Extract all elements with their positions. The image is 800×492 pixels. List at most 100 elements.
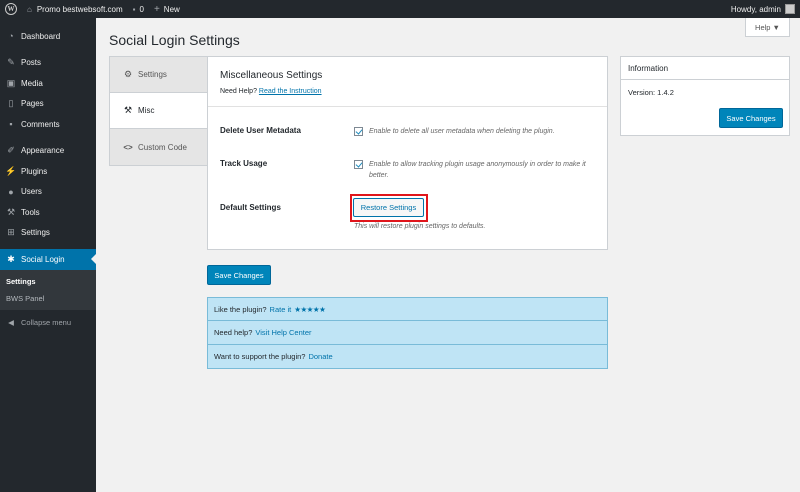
tab-label: Misc — [138, 106, 155, 115]
submenu-item-settings[interactable]: Settings — [0, 273, 96, 290]
sidebar-item-label: Users — [21, 187, 42, 197]
site-name-link[interactable]: ⌂ Promo bestwebsoft.com — [22, 0, 128, 18]
tab-label: Settings — [138, 70, 167, 79]
dashboard-icon: ◔ — [8, 31, 14, 42]
version-text: Version: 1.4.2 — [628, 88, 674, 97]
comments-link[interactable]: ▪ 0 — [128, 0, 149, 18]
sidebar-item-comments[interactable]: ▪ Comments — [0, 114, 96, 135]
track-usage-label: Track Usage — [220, 159, 268, 168]
panel-title: Miscellaneous Settings — [220, 70, 323, 81]
sidebar-item-appearance[interactable]: ✐ Appearance — [0, 141, 96, 162]
wp-logo-menu[interactable]: W — [0, 0, 22, 18]
delete-metadata-checkbox[interactable] — [354, 127, 363, 136]
submenu-item-bws-panel[interactable]: BWS Panel — [0, 290, 96, 307]
sidebar-item-label: Tools — [21, 207, 40, 217]
donate-row: Want to support the plugin? Donate — [207, 345, 608, 369]
media-icon: ▣ — [6, 77, 16, 88]
track-usage-desc: Enable to allow tracking plugin usage an… — [369, 161, 586, 179]
brush-icon: ✐ — [7, 145, 15, 156]
help-prefix: Need help? — [214, 328, 253, 337]
sidebar-item-label: Comments — [21, 119, 60, 129]
my-account-menu[interactable]: Howdy, admin — [726, 0, 800, 18]
admin-bar: W ⌂ Promo bestwebsoft.com ▪ 0 + New Howd… — [0, 0, 800, 18]
sidebar-item-tools[interactable]: ⚒ Tools — [0, 202, 96, 223]
comment-icon: ▪ — [132, 4, 136, 14]
sidebar-item-label: Plugins — [21, 166, 48, 176]
sidebar-item-label: Pages — [21, 99, 44, 109]
star-rating-icon[interactable]: ★★★★★ — [294, 305, 326, 314]
sidebar-item-settings[interactable]: ⊞ Settings — [0, 223, 96, 244]
track-usage-field: Enable to allow tracking plugin usage an… — [354, 159, 594, 181]
wordpress-icon: W — [5, 3, 17, 15]
wrench-icon: ⚒ — [6, 206, 16, 217]
sidebar-item-posts[interactable]: ✎ Posts — [0, 53, 96, 74]
new-content-link[interactable]: + New — [149, 0, 185, 18]
read-instruction-link[interactable]: Read the Instruction — [259, 88, 322, 95]
plug-icon: ⚡ — [5, 165, 17, 176]
tab-settings[interactable]: ⚙ Settings — [110, 57, 208, 93]
help-tab-button[interactable]: Help ▼ — [745, 18, 790, 37]
home-icon: ⌂ — [27, 4, 32, 14]
page-title: Social Login Settings — [109, 32, 240, 48]
help-center-link[interactable]: Visit Help Center — [255, 328, 311, 337]
sidebar-item-label: Settings — [21, 228, 50, 238]
pin-icon: ✎ — [7, 57, 15, 68]
asterisk-icon: ✱ — [7, 253, 15, 264]
new-label: New — [163, 4, 180, 14]
sidebar-item-users[interactable]: ● Users — [0, 182, 96, 203]
site-name: Promo bestwebsoft.com — [36, 4, 123, 14]
social-login-submenu: Settings BWS Panel — [0, 269, 96, 310]
sidebar-item-label: Media — [21, 78, 43, 88]
collapse-menu-button[interactable]: ◀ Collapse menu — [0, 313, 96, 333]
comments-count: 0 — [139, 4, 144, 14]
track-usage-row: Track Usage Enable to allow tracking plu… — [220, 159, 594, 181]
donate-link[interactable]: Donate — [308, 352, 332, 361]
default-settings-row: Default Settings — [220, 203, 354, 212]
help-center-row: Need help? Visit Help Center — [207, 321, 608, 345]
tab-label: Custom Code — [138, 142, 187, 152]
restore-settings-button[interactable]: Restore Settings — [353, 198, 424, 217]
delete-metadata-desc: Enable to delete all user metadata when … — [369, 128, 555, 135]
howdy-text: Howdy, admin — [730, 4, 781, 14]
settings-tabs: ⚙ Settings ⚒ Misc <> Custom Code — [109, 56, 209, 166]
save-changes-button[interactable]: Save Changes — [207, 265, 271, 285]
promo-box: Like the plugin? Rate it ★★★★★ Need help… — [207, 297, 608, 369]
default-settings-label: Default Settings — [220, 203, 281, 212]
sidebar-item-label: Appearance — [21, 146, 65, 156]
rate-it-link[interactable]: Rate it — [270, 305, 292, 314]
collapse-menu-label: Collapse menu — [21, 318, 72, 327]
sidebar-item-dashboard[interactable]: ◔ Dashboard — [0, 26, 96, 47]
admin-sidebar: ◔ Dashboard ✎ Posts ▣ Media ▯ Pages ▪ Co… — [0, 18, 96, 492]
collapse-icon: ◀ — [8, 318, 14, 327]
sidebar-item-label: Posts — [21, 58, 42, 68]
panel-header: Miscellaneous Settings Need Help? Read t… — [208, 57, 607, 107]
plus-icon: + — [153, 3, 160, 15]
donate-prefix: Want to support the plugin? — [214, 352, 306, 361]
rate-prefix: Like the plugin? — [214, 304, 267, 314]
delete-metadata-row: Delete User Metadata Enable to delete al… — [220, 126, 555, 137]
panel-help: Need Help? Read the Instruction — [220, 88, 595, 95]
track-usage-checkbox[interactable] — [354, 160, 363, 169]
user-icon: ● — [8, 186, 14, 197]
rate-row: Like the plugin? Rate it ★★★★★ — [207, 297, 608, 321]
sidebar-item-label: Social Login — [21, 254, 65, 264]
avatar — [785, 4, 795, 14]
delete-metadata-label: Delete User Metadata — [220, 126, 301, 135]
information-title: Information — [621, 57, 789, 80]
comment-icon: ▪ — [9, 119, 13, 130]
settings-icon: ⊞ — [7, 227, 15, 238]
sidebar-item-label: Dashboard — [21, 31, 61, 41]
code-icon: <> — [123, 142, 133, 152]
help-prefix: Need Help? — [220, 88, 259, 95]
restore-settings-desc: This will restore plugin settings to def… — [354, 223, 486, 230]
sidebar-item-pages[interactable]: ▯ Pages — [0, 94, 96, 115]
sidebar-item-social-login[interactable]: ✱ Social Login — [0, 249, 96, 270]
tab-custom-code[interactable]: <> Custom Code — [110, 129, 208, 165]
gear-icon: ⚙ — [123, 69, 133, 79]
sidebar-save-changes-button[interactable]: Save Changes — [719, 108, 783, 128]
delete-metadata-field: Enable to delete all user metadata when … — [354, 126, 555, 137]
wrench-icon: ⚒ — [123, 105, 133, 115]
tab-misc[interactable]: ⚒ Misc — [110, 93, 209, 129]
sidebar-item-plugins[interactable]: ⚡ Plugins — [0, 161, 96, 182]
sidebar-item-media[interactable]: ▣ Media — [0, 73, 96, 94]
